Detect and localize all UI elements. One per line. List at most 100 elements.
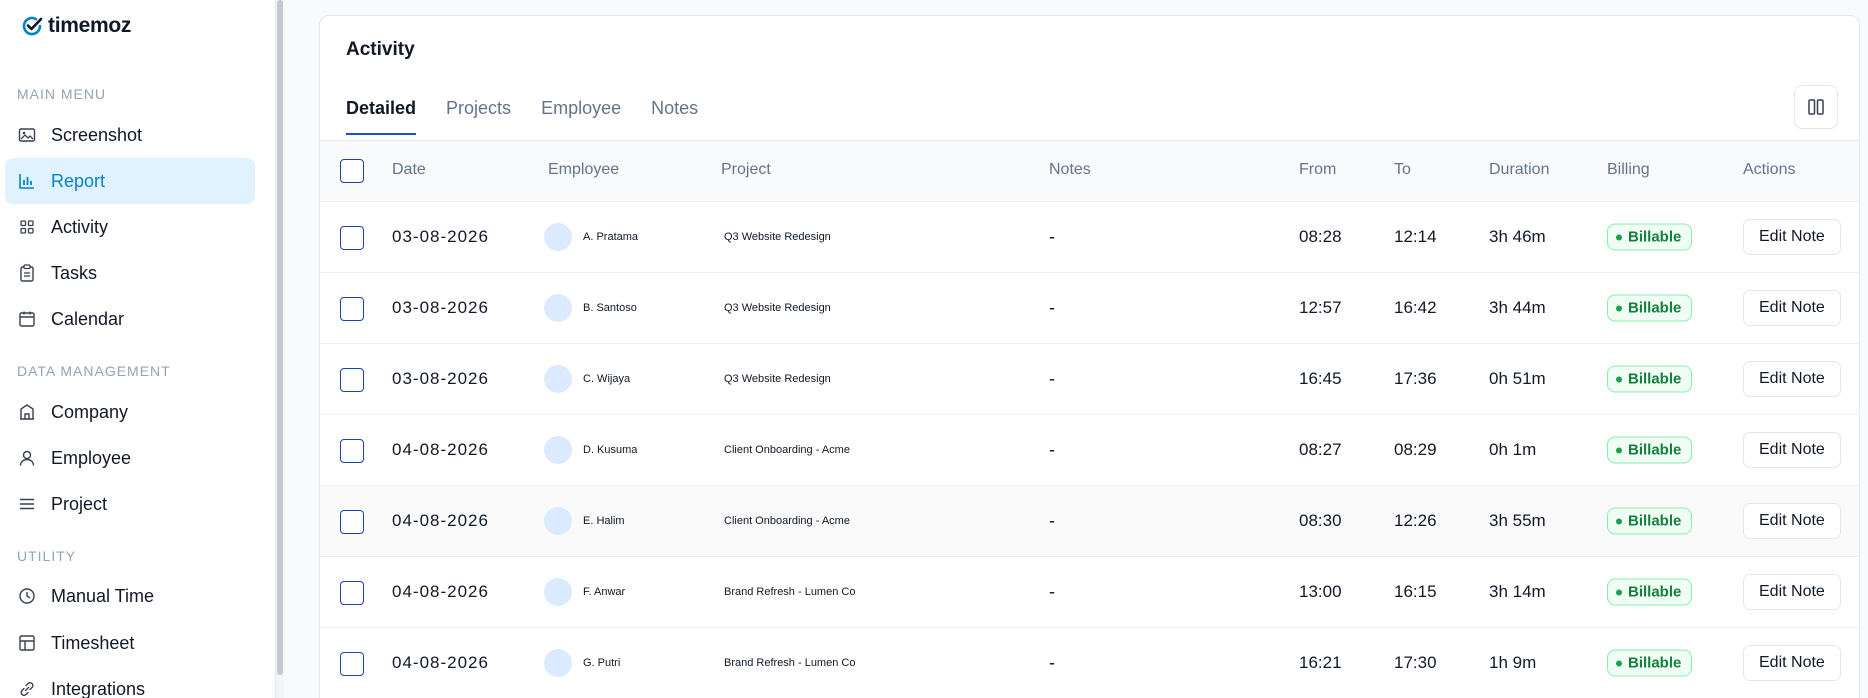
billing-label: Billable	[1628, 583, 1682, 601]
from-time: 16:21	[1299, 653, 1342, 672]
scrollbar-thumb[interactable]	[277, 0, 283, 675]
sidebar-item-company[interactable]: Company	[5, 389, 255, 435]
edit-note-button[interactable]: Edit Note	[1743, 290, 1841, 326]
sidebar-item-integrations[interactable]: Integrations	[5, 666, 255, 698]
sidebar-item-calendar[interactable]: Calendar	[5, 296, 255, 342]
from-time: 16:45	[1299, 369, 1342, 388]
tab-notes[interactable]: Notes	[651, 83, 698, 135]
column-header-employee[interactable]: Employee	[548, 161, 619, 179]
sidebar-item-screenshot[interactable]: Screenshot	[5, 112, 255, 158]
billing-label: Billable	[1628, 228, 1682, 246]
project-name: Client Onboarding - Acme	[724, 444, 850, 456]
column-header-billing[interactable]: Billing	[1607, 161, 1650, 179]
column-header-actions: Actions	[1743, 161, 1796, 178]
edit-note-button[interactable]: Edit Note	[1743, 574, 1841, 610]
table-row[interactable]: 04-08-2026 G. Putri Brand Refresh - Lumen …	[320, 627, 1859, 698]
employee-name: C. Wijaya	[583, 373, 631, 385]
from-time: 08:27	[1299, 440, 1342, 459]
logo-text: timemoz	[48, 14, 132, 37]
billing-label: Billable	[1628, 370, 1682, 388]
table-row[interactable]: 04-08-2026 F. Anwar Brand Refresh - Lumen …	[320, 556, 1859, 627]
table-row[interactable]: 03-08-2026 B. Santoso Q3 Website Redesign -…	[320, 272, 1859, 343]
project-name: Q3 Website Redesign	[724, 231, 831, 243]
sidebar-item-label: Calendar	[51, 308, 125, 329]
tab-projects[interactable]: Projects	[446, 83, 511, 135]
sidebar-item-tasks[interactable]: Tasks	[5, 250, 255, 296]
status-dot-icon	[1616, 234, 1622, 240]
sidebar-item-project[interactable]: Project	[5, 481, 255, 527]
column-header-notes[interactable]: Notes	[1049, 161, 1091, 179]
edit-note-button[interactable]: Edit Note	[1743, 361, 1841, 397]
sidebar: timemoz MAIN MENU Screenshot Report Acti…	[0, 0, 276, 698]
duration-cell: 0h 51m	[1489, 369, 1546, 388]
project-name: Brand Refresh - Lumen Co	[724, 586, 856, 598]
user-icon	[17, 448, 37, 468]
table-row[interactable]: 03-08-2026 A. Pratama Q3 Website Redesign -…	[320, 201, 1859, 272]
notes-cell: -	[1049, 652, 1055, 673]
to-time: 16:15	[1394, 582, 1437, 601]
tab-employee[interactable]: Employee	[541, 83, 621, 135]
edit-note-button[interactable]: Edit Note	[1743, 432, 1841, 468]
billing-badge: Billable	[1607, 436, 1693, 464]
column-header-from[interactable]: From	[1299, 161, 1336, 179]
columns-toggle-button[interactable]	[1794, 85, 1838, 129]
tab-detailed[interactable]: Detailed	[346, 83, 417, 135]
column-header-project[interactable]: Project	[721, 161, 771, 179]
row-checkbox[interactable]	[340, 297, 364, 321]
edit-note-button[interactable]: Edit Note	[1743, 219, 1841, 255]
billing-badge: Billable	[1607, 294, 1693, 322]
sidebar-item-report[interactable]: Report	[5, 158, 255, 204]
table-icon	[17, 633, 37, 653]
sidebar-item-manual-time[interactable]: Manual Time	[5, 573, 255, 619]
duration-cell: 0h 1m	[1489, 440, 1537, 459]
date-cell: 04-08-2026	[392, 511, 489, 530]
select-all-checkbox[interactable]	[340, 159, 364, 183]
notes-cell: -	[1049, 368, 1055, 389]
logo[interactable]: timemoz	[20, 14, 131, 38]
row-checkbox[interactable]	[340, 226, 364, 250]
project-name: Brand Refresh - Lumen Co	[724, 657, 856, 669]
duration-cell: 3h 46m	[1489, 227, 1546, 246]
sidebar-item-label: Tasks	[51, 262, 98, 283]
project-name: Q3 Website Redesign	[724, 373, 831, 385]
table-header: Date Employee Project Notes From To Dura…	[320, 141, 1859, 201]
table-row[interactable]: 04-08-2026 D. Kusuma Client Onboarding - A…	[320, 414, 1859, 485]
sidebar-item-activity[interactable]: Activity	[5, 204, 255, 250]
column-header-to[interactable]: To	[1394, 161, 1411, 179]
notes-cell: -	[1049, 297, 1055, 318]
edit-note-button[interactable]: Edit Note	[1743, 645, 1841, 681]
to-time: 17:36	[1394, 369, 1437, 388]
row-checkbox[interactable]	[340, 439, 364, 463]
employee-name: F. Anwar	[583, 586, 626, 598]
clipboard-icon	[17, 263, 37, 283]
sidebar-item-label: Report	[51, 170, 106, 191]
page-title: Activity	[346, 39, 415, 60]
date-cell: 04-08-2026	[392, 440, 489, 459]
notes-cell: -	[1049, 439, 1055, 460]
row-checkbox[interactable]	[340, 581, 364, 605]
list-icon	[17, 494, 37, 514]
table-row[interactable]: 03-08-2026 C. Wijaya Q3 Website Redesign - 1…	[320, 343, 1859, 414]
status-dot-icon	[1616, 447, 1622, 453]
avatar	[544, 436, 572, 464]
sidebar-item-timesheet[interactable]: Timesheet	[5, 620, 255, 666]
logo-check-icon	[22, 16, 43, 36]
sidebar-item-employee[interactable]: Employee	[5, 435, 255, 481]
row-checkbox[interactable]	[340, 368, 364, 392]
sidebar-scrollbar[interactable]	[276, 0, 284, 698]
tabs: Detailed Projects Employee Notes	[346, 83, 698, 135]
employee-name: D. Kusuma	[583, 444, 638, 456]
row-checkbox[interactable]	[340, 652, 364, 676]
employee-name: G. Putri	[583, 657, 621, 669]
row-checkbox[interactable]	[340, 510, 364, 534]
column-header-duration[interactable]: Duration	[1489, 161, 1549, 179]
billing-label: Billable	[1628, 654, 1682, 672]
billing-badge: Billable	[1607, 649, 1693, 677]
table-row[interactable]: 04-08-2026 E. Halim Client Onboarding - Ac…	[320, 485, 1859, 556]
column-header-date[interactable]: Date	[392, 161, 426, 179]
edit-note-button[interactable]: Edit Note	[1743, 503, 1841, 539]
to-time: 08:29	[1394, 440, 1437, 459]
employee-name: A. Pratama	[583, 231, 639, 243]
billing-badge: Billable	[1607, 507, 1693, 535]
billing-badge: Billable	[1607, 578, 1693, 606]
